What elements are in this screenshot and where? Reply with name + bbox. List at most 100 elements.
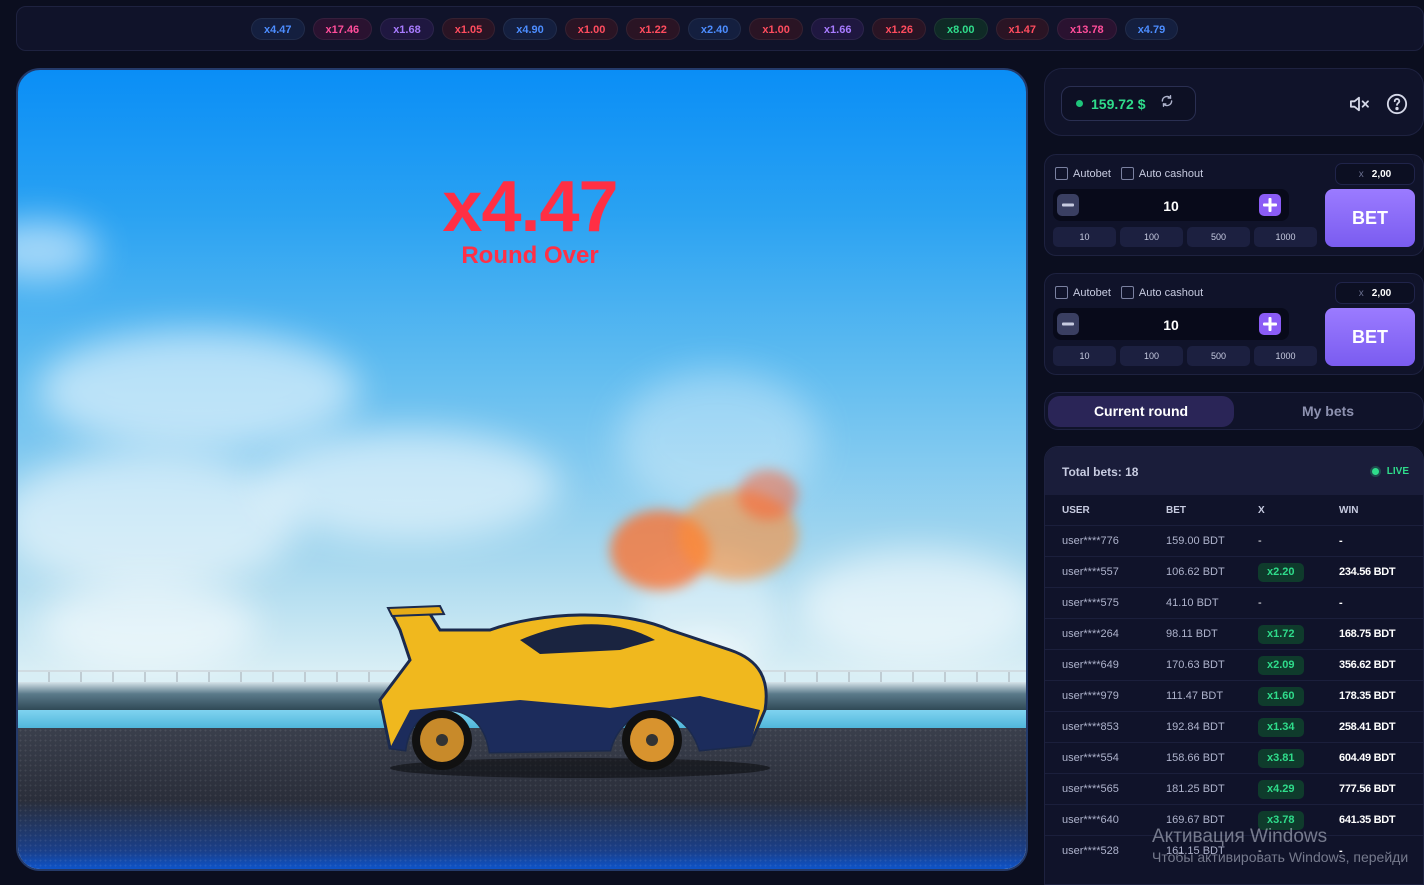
auto-cashout-toggle[interactable]: Auto cashout (1120, 286, 1204, 299)
multiplier-history-bar: x4.47 x17.46 x1.68 x1.05 x4.90 x1.00 x1.22 x2.4… (16, 6, 1424, 51)
cloud (18, 450, 298, 590)
row-multiplier: x2.09 (1258, 656, 1304, 675)
plus-icon (1263, 198, 1277, 212)
auto-cashout-toggle[interactable]: Auto cashout (1120, 167, 1204, 180)
history-chip: x1.26 (872, 18, 926, 40)
tab-current-round[interactable]: Current round (1048, 396, 1234, 427)
quick-amount-button[interactable]: 1000 (1254, 227, 1317, 247)
history-chip: x1.47 (995, 18, 1050, 40)
bet-rows: user****776 159.00 BDT - - user****557 106.62… (1045, 525, 1423, 866)
bet-amount-input[interactable]: 10 (1053, 317, 1289, 333)
history-chip: x4.79 (1124, 18, 1179, 40)
autobet-checkbox[interactable] (1055, 167, 1068, 180)
increase-bet-button[interactable] (1259, 313, 1281, 335)
row-user: user****557 (1062, 566, 1119, 578)
quick-amount-row: 10 100 500 1000 (1053, 227, 1317, 247)
crash-multiplier: x4.47 (442, 167, 618, 247)
refresh-icon[interactable] (1160, 94, 1174, 113)
bet-amount-stepper: 10 (1053, 189, 1289, 221)
autobet-toggle[interactable]: Autobet (1055, 167, 1111, 180)
row-multiplier: x4.29 (1258, 780, 1304, 799)
autobet-label: Autobet (1073, 286, 1111, 299)
auto-cashout-checkbox[interactable] (1120, 286, 1134, 299)
table-row: user****853 192.84 BDT x1.34 258.41 BDT (1045, 711, 1423, 742)
row-multiplier: - (1258, 597, 1262, 609)
history-chip: x1.00 (564, 18, 619, 40)
history-chip: x1.05 (441, 18, 496, 40)
row-user: user****979 (1062, 690, 1119, 702)
cashout-prefix: x (1358, 168, 1364, 180)
row-multiplier: x2.20 (1258, 563, 1304, 582)
help-icon[interactable] (1385, 93, 1409, 115)
quick-amount-button[interactable]: 500 (1187, 346, 1250, 366)
cashout-value: 2,00 (1371, 287, 1392, 299)
autobet-checkbox[interactable] (1055, 286, 1068, 299)
auto-cashout-checkbox[interactable] (1120, 167, 1134, 180)
explosion-fire (738, 470, 798, 520)
increase-bet-button[interactable] (1259, 194, 1281, 216)
row-user: user****565 (1062, 783, 1119, 795)
autobet-label: Autobet (1073, 167, 1111, 180)
row-multiplier: x1.72 (1258, 625, 1304, 644)
balance-panel: 159.72 $ (1044, 68, 1424, 136)
column-header-bet: BET (1166, 505, 1186, 516)
row-bet: 169.67 BDT (1166, 814, 1225, 826)
row-bet: 106.62 BDT (1166, 566, 1225, 578)
plus-icon (1263, 317, 1277, 331)
row-bet: 158.66 BDT (1166, 752, 1225, 764)
history-chip: x1.22 (626, 18, 680, 40)
windows-activation-watermark: Активация Windows Чтобы активировать Win… (1152, 826, 1408, 866)
game-canvas: x4.47 Round Over (16, 68, 1028, 871)
history-chip: x17.46 (312, 18, 373, 40)
quick-amount-button[interactable]: 500 (1187, 227, 1250, 247)
cloud (258, 430, 558, 540)
autobet-toggle[interactable]: Autobet (1055, 286, 1111, 299)
auto-cashout-label: Auto cashout (1138, 286, 1204, 299)
row-win: 234.56 BDT (1339, 566, 1396, 578)
row-multiplier: x1.34 (1258, 718, 1304, 737)
bet-amount-input[interactable]: 10 (1053, 198, 1289, 214)
table-row: user****554 158.66 BDT x3.81 604.49 BDT (1045, 742, 1423, 773)
history-chip: x1.00 (749, 18, 803, 40)
cashout-multiplier-input[interactable]: x 2,00 (1335, 163, 1415, 185)
column-header-x: X (1258, 505, 1265, 516)
row-user: user****776 (1062, 535, 1119, 547)
auto-cashout-label: Auto cashout (1138, 167, 1204, 180)
balance-display: 159.72 $ (1061, 86, 1196, 121)
cloud (798, 550, 1026, 660)
live-indicator: LIVE (1371, 466, 1409, 477)
column-header-win: WIN (1339, 505, 1359, 516)
history-chip: x13.78 (1057, 18, 1117, 40)
online-indicator (1076, 100, 1083, 107)
row-multiplier: - (1258, 535, 1262, 547)
row-bet: 111.47 BDT (1166, 690, 1224, 702)
round-status: Round Over (461, 242, 599, 269)
row-win: 604.49 BDT (1339, 752, 1396, 764)
column-header-user: USER (1062, 505, 1090, 516)
row-user: user****649 (1062, 659, 1119, 671)
table-row: user****649 170.63 BDT x2.09 356.62 BDT (1045, 649, 1423, 680)
table-row: user****979 111.47 BDT x1.60 178.35 BDT (1045, 680, 1423, 711)
quick-amount-button[interactable]: 10 (1053, 346, 1116, 366)
quick-amount-button[interactable]: 1000 (1254, 346, 1317, 366)
cashout-multiplier-input[interactable]: x 2,00 (1335, 282, 1415, 304)
row-win: - (1339, 597, 1343, 609)
row-bet: 192.84 BDT (1166, 721, 1225, 733)
bet-button[interactable]: BET (1325, 308, 1415, 366)
row-user: user****528 (1062, 845, 1119, 857)
table-row: user****776 159.00 BDT - - (1045, 525, 1423, 556)
row-win: 178.35 BDT (1339, 690, 1396, 702)
cashout-prefix: x (1358, 287, 1364, 299)
bet-panel-1: Autobet Auto cashout x 2,00 10 10 100 50… (1044, 154, 1424, 256)
history-chip-list: x4.47 x17.46 x1.68 x1.05 x4.90 x1.00 x1.22 x2.4… (251, 18, 1179, 40)
row-bet: 170.63 BDT (1166, 659, 1225, 671)
quick-amount-button[interactable]: 100 (1120, 227, 1183, 247)
bet-button[interactable]: BET (1325, 189, 1415, 247)
mute-icon[interactable] (1347, 93, 1371, 115)
row-bet: 181.25 BDT (1166, 783, 1225, 795)
tab-my-bets[interactable]: My bets (1235, 396, 1421, 427)
quick-amount-button[interactable]: 100 (1120, 346, 1183, 366)
bets-tabs: Current round My bets (1044, 392, 1424, 430)
cloud (38, 330, 358, 450)
quick-amount-button[interactable]: 10 (1053, 227, 1116, 247)
